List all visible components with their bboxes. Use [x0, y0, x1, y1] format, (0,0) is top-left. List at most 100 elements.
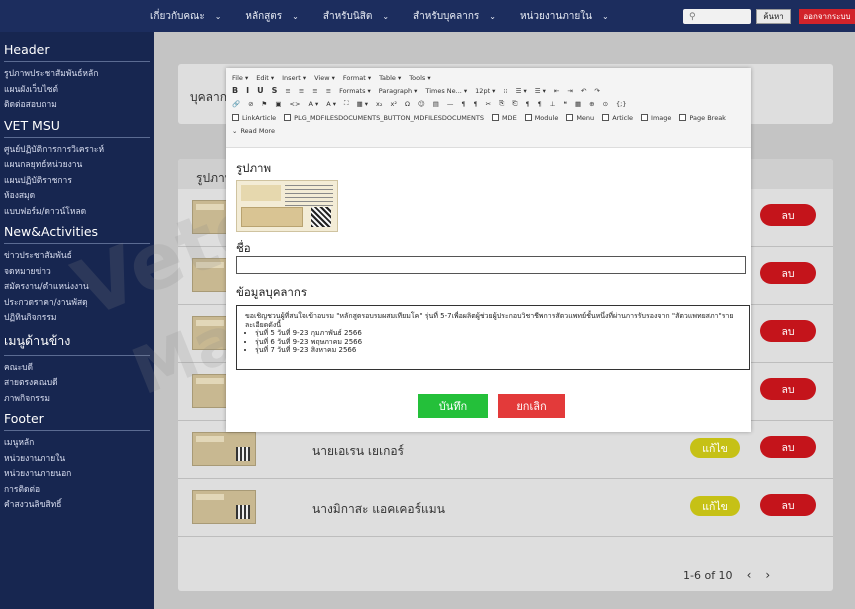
editor-tool[interactable]: ¶: [474, 100, 478, 108]
editor-tool[interactable]: ▦: [575, 100, 581, 108]
sidebar-link[interactable]: หน่วยงานภายนอก: [0, 467, 154, 483]
delete-button[interactable]: ลบ: [760, 262, 816, 284]
editor-tool[interactable]: ⊥: [550, 100, 556, 108]
editor-tool[interactable]: Format ▾: [343, 74, 371, 82]
delete-button[interactable]: ลบ: [760, 436, 816, 458]
sidebar-link[interactable]: แผนผังเว็บไซต์: [0, 83, 154, 99]
editor-tool[interactable]: ¶: [538, 100, 542, 108]
editor-tool[interactable]: ¶: [526, 100, 530, 108]
nav-item-4[interactable]: หน่วยงานภายใน ⌄: [520, 9, 609, 24]
name-field[interactable]: [236, 256, 746, 274]
editor-tool[interactable]: <>: [290, 100, 301, 108]
sidebar-link[interactable]: ประกวดราคา/งานพัสดุ: [0, 296, 154, 312]
editor-tool[interactable]: ≡: [312, 87, 317, 95]
info-editor[interactable]: ขอเชิญชวนผู้ที่สนใจเข้าอบรม "หลักสูตรอบร…: [236, 305, 750, 370]
delete-button[interactable]: ลบ: [760, 204, 816, 226]
editor-tool[interactable]: Ω: [405, 100, 410, 108]
editor-tool[interactable]: ⎘: [499, 99, 504, 108]
editor-tool[interactable]: ↷: [594, 87, 599, 95]
editor-tool[interactable]: Tools ▾: [409, 74, 430, 82]
editor-tool[interactable]: x₂: [376, 100, 382, 108]
editor-plugin-button[interactable]: LinkArticle: [232, 114, 276, 122]
search-button[interactable]: ค้นหา: [756, 9, 791, 24]
editor-tool[interactable]: ↶: [581, 87, 586, 95]
edit-button[interactable]: แก้ไข: [690, 496, 740, 516]
nav-item-2[interactable]: สำหรับนิสิต ⌄: [323, 9, 389, 24]
editor-plugin-button[interactable]: Article: [602, 114, 633, 122]
sidebar-link[interactable]: ภาพกิจกรรม: [0, 392, 154, 408]
editor-tool[interactable]: ❝: [563, 100, 567, 108]
editor-tool[interactable]: U: [257, 86, 264, 95]
editor-plugin-button[interactable]: Image: [641, 114, 671, 122]
sidebar-link[interactable]: สมัครงาน/ตำแหน่งงาน: [0, 280, 154, 296]
sidebar-link[interactable]: ข่าวประชาสัมพันธ์: [0, 249, 154, 265]
sidebar-link[interactable]: ปฏิทินกิจกรรม: [0, 311, 154, 327]
editor-tool[interactable]: ⊕: [589, 100, 594, 108]
editor-tool[interactable]: Insert ▾: [282, 74, 306, 82]
sidebar-link[interactable]: ศูนย์ปฏิบัติการการวิเคราะห์: [0, 143, 154, 159]
sidebar-link[interactable]: คำสงวนลิขสิทธิ์: [0, 498, 154, 514]
sidebar-link[interactable]: แบบฟอร์ม/ดาวน์โหลด: [0, 205, 154, 221]
sidebar-link[interactable]: การติดต่อ: [0, 483, 154, 499]
editor-tool[interactable]: ▣: [275, 100, 281, 108]
editor-tool[interactable]: 12pt ▾: [475, 87, 495, 95]
editor-tool[interactable]: ≡: [285, 87, 290, 95]
sidebar-link[interactable]: เมนูหลัก: [0, 436, 154, 452]
editor-tool[interactable]: ⚑: [262, 100, 268, 108]
logout-button[interactable]: ออกจากระบบ: [799, 9, 855, 24]
editor-tool[interactable]: B: [232, 86, 238, 95]
editor-tool[interactable]: ▦ ▾: [357, 100, 368, 108]
sidebar-link[interactable]: ติดต่อสอบถาม: [0, 98, 154, 114]
editor-plugin-button[interactable]: Page Break: [679, 114, 726, 122]
editor-tool[interactable]: ⎗: [512, 99, 517, 108]
editor-tool[interactable]: ☰ ▾: [516, 87, 527, 95]
editor-tool[interactable]: A ▾: [326, 100, 336, 108]
editor-tool[interactable]: ⛶: [344, 99, 349, 108]
editor-tool[interactable]: —: [447, 100, 454, 108]
editor-tool[interactable]: ⇥: [567, 87, 572, 95]
editor-tool[interactable]: Times Ne... ▾: [425, 87, 467, 95]
sidebar-link[interactable]: จดหมายข่าว: [0, 265, 154, 281]
next-page-button[interactable]: ›: [765, 568, 770, 582]
editor-tool[interactable]: View ▾: [314, 74, 335, 82]
delete-button[interactable]: ลบ: [760, 320, 816, 342]
editor-tool[interactable]: S: [272, 86, 278, 95]
editor-tool[interactable]: ⇤: [554, 87, 559, 95]
editor-tool[interactable]: Paragraph ▾: [379, 87, 418, 95]
editor-tool[interactable]: {;}: [616, 100, 626, 108]
editor-tool[interactable]: Edit ▾: [256, 74, 274, 82]
editor-tool[interactable]: ≡: [299, 87, 304, 95]
read-more-button[interactable]: ⌄ Read More: [232, 125, 275, 136]
image-preview[interactable]: [236, 180, 338, 232]
sidebar-link[interactable]: ห้องสมุด: [0, 189, 154, 205]
sidebar-link[interactable]: แผนกลยุทธ์หน่วยงาน: [0, 158, 154, 174]
sidebar-link[interactable]: รูปภาพประชาสัมพันธ์หลัก: [0, 67, 154, 83]
editor-tool[interactable]: ⁝⁝: [503, 87, 507, 95]
delete-button[interactable]: ลบ: [760, 494, 816, 516]
editor-tool[interactable]: A ▾: [308, 100, 318, 108]
editor-tool[interactable]: ▤: [433, 100, 439, 108]
sidebar-link[interactable]: สายตรงคณบดี: [0, 376, 154, 392]
editor-tool[interactable]: ☰ ▾: [535, 87, 546, 95]
nav-item-3[interactable]: สำหรับบุคลากร ⌄: [413, 9, 496, 24]
editor-tool[interactable]: ¶: [461, 100, 465, 108]
editor-plugin-button[interactable]: Menu: [566, 114, 594, 122]
editor-tool[interactable]: 🔗: [232, 100, 240, 108]
editor-plugin-button[interactable]: MDE: [491, 114, 517, 122]
editor-tool[interactable]: Formats ▾: [339, 87, 371, 95]
editor-tool[interactable]: ✂: [486, 100, 491, 108]
save-button[interactable]: บันทึก: [418, 394, 488, 418]
sidebar-link[interactable]: คณะบดี: [0, 361, 154, 377]
editor-tool[interactable]: ⊘: [248, 100, 253, 108]
editor-tool[interactable]: x²: [391, 100, 397, 108]
sidebar-link[interactable]: แผนปฏิบัติราชการ: [0, 174, 154, 190]
editor-tool[interactable]: ⊙: [603, 100, 608, 108]
search-input[interactable]: ⚲: [683, 9, 751, 24]
editor-tool[interactable]: I: [246, 86, 249, 95]
editor-tool[interactable]: Table ▾: [379, 74, 401, 82]
editor-plugin-button[interactable]: PLG_MDFILESDOCUMENTS_BUTTON_MDFILESDOCUM…: [284, 114, 484, 122]
editor-plugin-button[interactable]: Module: [524, 114, 558, 122]
editor-tool[interactable]: ☺: [418, 100, 425, 108]
cancel-button[interactable]: ยกเลิก: [498, 394, 565, 418]
editor-tool[interactable]: File ▾: [232, 74, 248, 82]
